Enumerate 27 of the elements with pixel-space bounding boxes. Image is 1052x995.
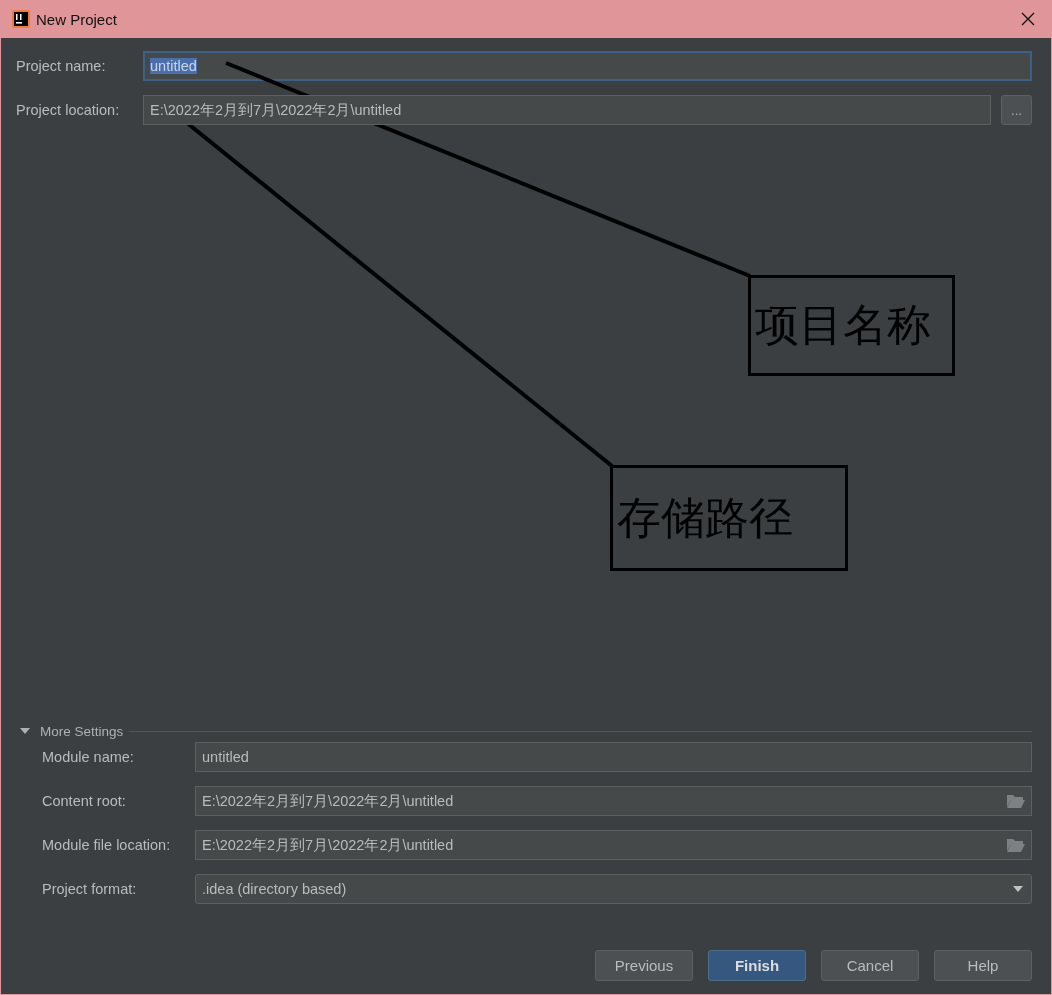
finish-button[interactable]: Finish (708, 950, 806, 981)
field-label: Module name: (42, 749, 135, 765)
field-label: Project name: (16, 58, 107, 74)
close-icon (1021, 12, 1035, 26)
browse-button[interactable]: ... (1001, 95, 1032, 125)
app-logo-icon (12, 10, 30, 28)
text-field[interactable]: untitled (195, 742, 1032, 772)
text-field[interactable]: E:\2022年2月到7月\2022年2月\untitled (195, 786, 1032, 816)
dropdown[interactable]: .idea (directory based) (195, 874, 1032, 904)
callout-label: 项目名称 (748, 275, 955, 376)
field-label: Module file location: (42, 837, 172, 853)
text-field[interactable]: E:\2022年2月到7月\2022年2月\untitled (143, 95, 991, 125)
caret-down-icon (1013, 886, 1023, 892)
text-field[interactable]: E:\2022年2月到7月\2022年2月\untitled (195, 830, 1032, 860)
dialog-button[interactable]: Cancel (821, 950, 919, 981)
field-label: Content root: (42, 793, 127, 809)
folder-icon (1007, 838, 1025, 852)
folder-icon (1007, 794, 1025, 808)
caret-down-icon (20, 727, 30, 735)
window-title: New Project (36, 10, 118, 28)
more-settings-toggle[interactable]: More Settings (20, 723, 124, 739)
field-label: Project location: (16, 102, 121, 118)
dialog-button[interactable]: Previous (595, 950, 693, 981)
text-field[interactable]: untitled (143, 51, 1032, 81)
dialog-button[interactable]: Help (934, 950, 1032, 981)
callout-label: 存储路径 (610, 465, 848, 571)
field-label: Project format: (42, 881, 138, 897)
